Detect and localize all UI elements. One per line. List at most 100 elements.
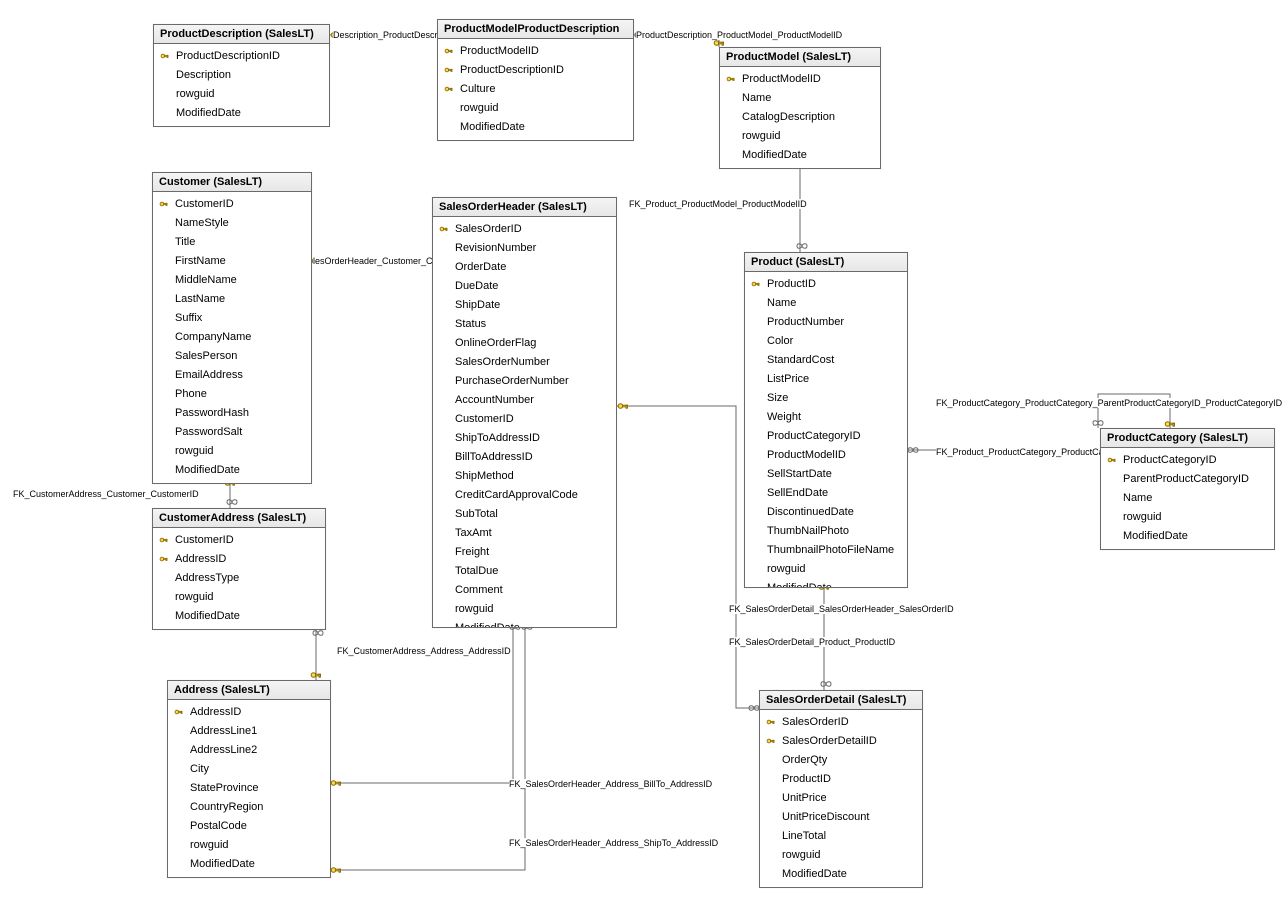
column-row[interactable]: Title <box>153 232 311 251</box>
column-row[interactable]: Culture <box>438 79 633 98</box>
column-row[interactable]: ModifiedDate <box>154 103 329 122</box>
table-productcategory[interactable]: ProductCategory (SalesLT) ProductCategor… <box>1100 428 1275 550</box>
column-row[interactable]: OrderDate <box>433 257 616 276</box>
column-row[interactable]: ModifiedDate <box>433 618 616 627</box>
column-row[interactable]: SubTotal <box>433 504 616 523</box>
column-row[interactable]: ModifiedDate <box>168 854 330 873</box>
column-row[interactable]: Size <box>745 388 907 407</box>
column-row[interactable]: BillToAddressID <box>433 447 616 466</box>
table-title[interactable]: ProductDescription (SalesLT) <box>154 25 329 44</box>
column-row[interactable]: ListPrice <box>745 369 907 388</box>
column-row[interactable]: ModifiedDate <box>153 460 311 479</box>
column-row[interactable]: Description <box>154 65 329 84</box>
column-row[interactable]: City <box>168 759 330 778</box>
column-row[interactable]: Status <box>433 314 616 333</box>
column-row[interactable]: rowguid <box>153 587 325 606</box>
column-row[interactable]: rowguid <box>433 599 616 618</box>
column-row[interactable]: UnitPriceDiscount <box>760 807 922 826</box>
column-row[interactable]: ProductNumber <box>745 312 907 331</box>
column-row[interactable]: rowguid <box>760 845 922 864</box>
column-row[interactable]: TotalDue <box>433 561 616 580</box>
table-title[interactable]: ProductCategory (SalesLT) <box>1101 429 1274 448</box>
column-row[interactable]: CreditCardApprovalCode <box>433 485 616 504</box>
column-row[interactable]: SellEndDate <box>745 483 907 502</box>
column-row[interactable]: rowguid <box>1101 507 1274 526</box>
table-body[interactable]: SalesOrderIDRevisionNumberOrderDateDueDa… <box>433 217 616 627</box>
column-row[interactable]: DiscontinuedDate <box>745 502 907 521</box>
table-title[interactable]: Address (SalesLT) <box>168 681 330 700</box>
column-row[interactable]: MiddleName <box>153 270 311 289</box>
table-salesorderdetail[interactable]: SalesOrderDetail (SalesLT) SalesOrderIDS… <box>759 690 923 888</box>
column-row[interactable]: StateProvince <box>168 778 330 797</box>
column-row[interactable]: ShipToAddressID <box>433 428 616 447</box>
table-productmodel[interactable]: ProductModel (SalesLT) ProductModelIDNam… <box>719 47 881 169</box>
table-address[interactable]: Address (SalesLT) AddressIDAddressLine1A… <box>167 680 331 878</box>
column-row[interactable]: DueDate <box>433 276 616 295</box>
column-row[interactable]: ProductModelID <box>438 41 633 60</box>
column-row[interactable]: EmailAddress <box>153 365 311 384</box>
column-row[interactable]: ModifiedDate <box>1101 526 1274 545</box>
column-row[interactable]: ProductCategoryID <box>745 426 907 445</box>
column-row[interactable]: ShipDate <box>433 295 616 314</box>
table-title[interactable]: ProductModel (SalesLT) <box>720 48 880 67</box>
column-row[interactable]: Name <box>720 88 880 107</box>
column-row[interactable]: Comment <box>433 580 616 599</box>
column-row[interactable]: ModifiedDate <box>720 145 880 164</box>
column-row[interactable]: rowguid <box>438 98 633 117</box>
column-row[interactable]: ModifiedDate <box>760 864 922 883</box>
column-row[interactable]: RevisionNumber <box>433 238 616 257</box>
column-row[interactable]: OnlineOrderFlag <box>433 333 616 352</box>
column-row[interactable]: AddressID <box>153 549 325 568</box>
column-row[interactable]: ThumbNailPhoto <box>745 521 907 540</box>
column-row[interactable]: AddressType <box>153 568 325 587</box>
column-row[interactable]: ProductCategoryID <box>1101 450 1274 469</box>
table-title[interactable]: SalesOrderDetail (SalesLT) <box>760 691 922 710</box>
column-row[interactable]: ModifiedDate <box>153 606 325 625</box>
column-row[interactable]: Weight <box>745 407 907 426</box>
table-title[interactable]: ProductModelProductDescription <box>438 20 633 39</box>
column-row[interactable]: OrderQty <box>760 750 922 769</box>
column-row[interactable]: rowguid <box>720 126 880 145</box>
column-row[interactable]: CustomerID <box>153 194 311 213</box>
column-row[interactable]: ProductID <box>745 274 907 293</box>
table-title[interactable]: SalesOrderHeader (SalesLT) <box>433 198 616 217</box>
column-row[interactable]: LastName <box>153 289 311 308</box>
column-row[interactable]: ProductDescriptionID <box>154 46 329 65</box>
column-row[interactable]: SalesOrderID <box>433 219 616 238</box>
column-row[interactable]: rowguid <box>168 835 330 854</box>
table-productmodelproductdescription[interactable]: ProductModelProductDescription ProductMo… <box>437 19 634 141</box>
column-row[interactable]: Freight <box>433 542 616 561</box>
column-row[interactable]: Name <box>745 293 907 312</box>
column-row[interactable]: ProductDescriptionID <box>438 60 633 79</box>
column-row[interactable]: rowguid <box>153 441 311 460</box>
column-row[interactable]: Color <box>745 331 907 350</box>
column-row[interactable]: CustomerID <box>433 409 616 428</box>
column-row[interactable]: AddressID <box>168 702 330 721</box>
column-row[interactable]: SellStartDate <box>745 464 907 483</box>
column-row[interactable]: ProductModelID <box>720 69 880 88</box>
column-row[interactable]: SalesOrderID <box>760 712 922 731</box>
table-title[interactable]: CustomerAddress (SalesLT) <box>153 509 325 528</box>
column-row[interactable]: LineTotal <box>760 826 922 845</box>
column-row[interactable]: CatalogDescription <box>720 107 880 126</box>
column-row[interactable]: Name <box>1101 488 1274 507</box>
table-body[interactable]: ProductIDNameProductNumberColorStandardC… <box>745 272 907 587</box>
column-row[interactable]: StandardCost <box>745 350 907 369</box>
table-product[interactable]: Product (SalesLT) ProductIDNameProductNu… <box>744 252 908 588</box>
column-row[interactable]: AccountNumber <box>433 390 616 409</box>
column-row[interactable]: Phone <box>153 384 311 403</box>
column-row[interactable]: AddressLine1 <box>168 721 330 740</box>
column-row[interactable]: FirstName <box>153 251 311 270</box>
column-row[interactable]: TaxAmt <box>433 523 616 542</box>
column-row[interactable]: PasswordSalt <box>153 422 311 441</box>
table-productdescription[interactable]: ProductDescription (SalesLT) ProductDesc… <box>153 24 330 127</box>
column-row[interactable]: ProductID <box>760 769 922 788</box>
column-row[interactable]: CompanyName <box>153 327 311 346</box>
table-salesorderheader[interactable]: SalesOrderHeader (SalesLT) SalesOrderIDR… <box>432 197 617 628</box>
table-customer[interactable]: Customer (SalesLT) CustomerIDNameStyleTi… <box>152 172 312 484</box>
column-row[interactable]: PurchaseOrderNumber <box>433 371 616 390</box>
column-row[interactable]: SalesOrderNumber <box>433 352 616 371</box>
column-row[interactable]: ShipMethod <box>433 466 616 485</box>
column-row[interactable]: Suffix <box>153 308 311 327</box>
column-row[interactable]: ProductModelID <box>745 445 907 464</box>
